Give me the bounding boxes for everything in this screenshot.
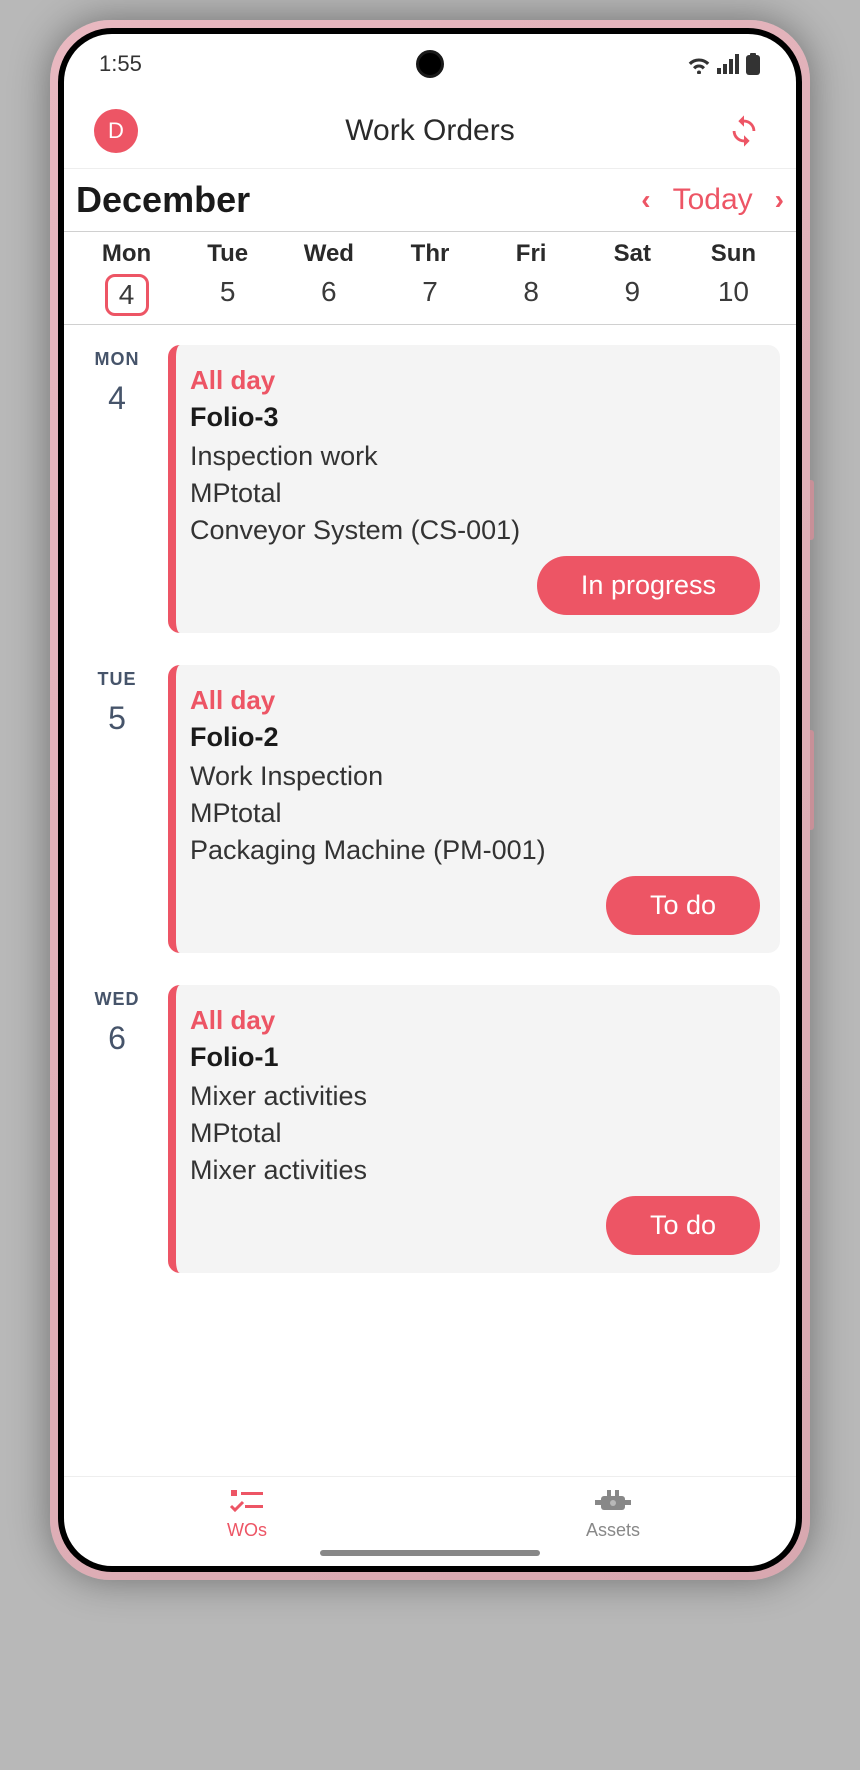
day-sun[interactable]: Sun10	[683, 240, 784, 316]
card-title: Folio-2	[190, 722, 760, 753]
day-wed[interactable]: Wed6	[278, 240, 379, 316]
card-asset: Packaging Machine (PM-001)	[190, 835, 760, 866]
next-week-button[interactable]: ›	[775, 184, 784, 216]
month-label: December	[76, 179, 250, 221]
entry-date: TUE 5	[80, 665, 154, 953]
card-description: Mixer activities	[190, 1081, 760, 1112]
wifi-icon	[687, 54, 711, 74]
card-company: MPtotal	[190, 478, 760, 509]
month-bar: December ‹ Today ›	[64, 169, 796, 231]
day-fri[interactable]: Fri8	[481, 240, 582, 316]
status-badge[interactable]: To do	[606, 876, 760, 935]
refresh-button[interactable]	[722, 109, 766, 153]
list-item: MON 4 All day Folio-3 Inspection work MP…	[80, 345, 780, 633]
phone-frame: 1:55 D Work Orders December ‹ Today	[50, 20, 810, 1580]
page-title: Work Orders	[345, 114, 514, 148]
card-time: All day	[190, 365, 760, 396]
prev-week-button[interactable]: ‹	[641, 184, 650, 216]
card-description: Inspection work	[190, 441, 760, 472]
volume-up-button[interactable]	[810, 480, 814, 540]
card-asset: Conveyor System (CS-001)	[190, 515, 760, 546]
nav-label: Assets	[586, 1520, 640, 1541]
avatar[interactable]: D	[94, 109, 138, 153]
refresh-icon	[727, 114, 761, 148]
screen: 1:55 D Work Orders December ‹ Today	[64, 34, 796, 1566]
list-item: WED 6 All day Folio-1 Mixer activities M…	[80, 985, 780, 1273]
phone-inner: 1:55 D Work Orders December ‹ Today	[58, 28, 802, 1572]
work-order-card[interactable]: All day Folio-2 Work Inspection MPtotal …	[168, 665, 780, 953]
tab-assets[interactable]: Assets	[430, 1477, 796, 1552]
status-badge[interactable]: In progress	[537, 556, 760, 615]
card-asset: Mixer activities	[190, 1155, 760, 1186]
assets-icon	[595, 1488, 631, 1516]
today-button[interactable]: Today	[673, 183, 753, 217]
week-row: Mon4 Tue5 Wed6 Thr7 Fri8 Sat9 Sun10	[64, 231, 796, 325]
home-indicator[interactable]	[320, 1550, 540, 1556]
work-orders-icon	[229, 1488, 265, 1516]
card-time: All day	[190, 1005, 760, 1036]
app-header: D Work Orders	[64, 94, 796, 169]
work-order-card[interactable]: All day Folio-1 Mixer activities MPtotal…	[168, 985, 780, 1273]
month-nav: ‹ Today ›	[641, 183, 784, 217]
work-orders-list[interactable]: MON 4 All day Folio-3 Inspection work MP…	[64, 325, 796, 1476]
card-company: MPtotal	[190, 1118, 760, 1149]
entry-date: MON 4	[80, 345, 154, 633]
day-mon[interactable]: Mon4	[76, 240, 177, 316]
day-tue[interactable]: Tue5	[177, 240, 278, 316]
status-badge[interactable]: To do	[606, 1196, 760, 1255]
card-status-row: To do	[190, 876, 760, 935]
card-time: All day	[190, 685, 760, 716]
card-title: Folio-1	[190, 1042, 760, 1073]
list-item: TUE 5 All day Folio-2 Work Inspection MP…	[80, 665, 780, 953]
day-thr[interactable]: Thr7	[379, 240, 480, 316]
card-company: MPtotal	[190, 798, 760, 829]
camera-cutout	[416, 50, 444, 78]
nav-label: WOs	[227, 1520, 267, 1541]
work-order-card[interactable]: All day Folio-3 Inspection work MPtotal …	[168, 345, 780, 633]
status-icons	[687, 53, 761, 75]
card-description: Work Inspection	[190, 761, 760, 792]
signal-icon	[717, 54, 739, 74]
clock-time: 1:55	[99, 51, 142, 77]
battery-icon	[745, 53, 761, 75]
tab-work-orders[interactable]: WOs	[64, 1477, 430, 1552]
power-button[interactable]	[810, 730, 814, 830]
card-status-row: To do	[190, 1196, 760, 1255]
card-status-row: In progress	[190, 556, 760, 615]
entry-date: WED 6	[80, 985, 154, 1273]
card-title: Folio-3	[190, 402, 760, 433]
day-sat[interactable]: Sat9	[582, 240, 683, 316]
